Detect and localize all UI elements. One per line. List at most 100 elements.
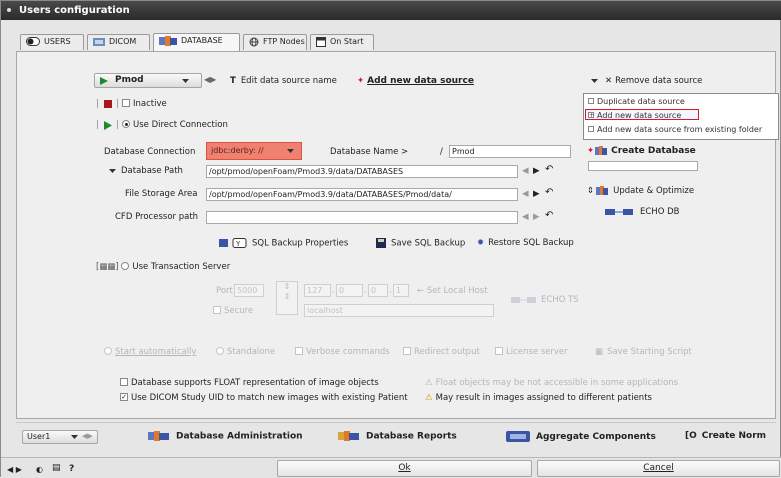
cfd-path-input[interactable] [206,211,518,224]
datasource-select[interactable]: Pmod [94,73,202,88]
window-menu-icon[interactable] [7,8,11,12]
add-new-label: Add new data source [367,76,474,86]
secure-option[interactable]: Secure [213,305,253,317]
toggle-icon [26,37,40,46]
menu-item-duplicate[interactable]: Duplicate data source [586,96,685,107]
inactive-checkbox[interactable] [122,98,130,107]
create-norm-label: Create Norm [701,431,767,441]
direct-connection-option[interactable]: Use Direct Connection [122,119,228,131]
dicom-uid-warning-label: May result in images assigned to differe… [435,393,652,403]
file-storage-browse[interactable]: ▶ [533,189,540,200]
user-select[interactable]: User1 ◀▶ [22,430,98,444]
database-admin-button[interactable]: Database Administration [148,431,303,443]
db-name-input[interactable]: Pmod [449,145,571,158]
echo-ts-button[interactable]: ECHO TS [511,295,579,306]
ip-part-3[interactable]: 0 [368,284,388,297]
ip-part-4[interactable]: 1 [393,284,409,297]
edit-name-button[interactable]: T Edit data source name [230,76,337,87]
verbose-checkbox[interactable] [295,346,303,355]
echo-db-button[interactable]: ECHO DB [605,207,679,218]
tab-users[interactable]: USERS [20,34,84,50]
add-new-datasource-button[interactable]: ✦ Add new data source [357,76,474,87]
secure-checkbox[interactable] [213,305,221,314]
ok-button[interactable]: Ok [277,460,532,477]
port-label: Port [216,286,233,296]
status-toggle-icon[interactable]: ◐ [36,464,43,475]
file-storage-nav[interactable]: ◀ [522,189,529,200]
inactive-option[interactable]: Inactive [122,98,167,110]
database-reports-button[interactable]: Database Reports [338,431,457,443]
db-path-input[interactable]: /opt/pmod/openFoam/Pmod3.9/data/DATABASE… [206,165,518,178]
db-connection-select[interactable]: jdbc:derby: // [206,142,302,160]
user-nav-arrows[interactable]: ◀▶ [82,432,93,440]
chevron-down-icon[interactable] [109,169,116,174]
menu-item-add-from-folder[interactable]: Add new data source from existing folder [586,124,762,135]
file-storage-input[interactable]: /opt/pmod/openFoam/Pmod3.9/data/DATABASE… [206,188,518,201]
tab-ftp-nodes[interactable]: FTP Nodes [243,34,307,50]
float-option[interactable]: Database supports FLOAT representation o… [120,377,379,389]
status-nav-arrows[interactable]: ◀ ▶ [7,464,22,475]
db-name-slash: / [440,147,443,157]
host-input[interactable]: localhost [304,304,494,317]
save-script-button[interactable]: ▦ Save Starting Script [595,347,692,358]
set-local-host-button[interactable]: ← Set Local Host [417,286,488,297]
remove-datasource-button[interactable]: ✕ Remove data source [605,76,702,87]
float-checkbox[interactable] [120,377,128,386]
inactive-sep: | [116,99,119,109]
transaction-server-radio[interactable] [121,261,130,270]
floppy-icon [376,238,386,248]
aggregate-components-button[interactable]: Aggregate Components [506,431,656,443]
ip-selector[interactable]: ⇕ ⇕ [276,281,298,315]
datasource-nav-arrows[interactable]: ◀▶ [204,75,222,86]
tab-database[interactable]: DATABASE [153,33,240,51]
cfd-path-reset-icon[interactable]: ↶ [545,210,553,221]
verbose-option[interactable]: Verbose commands [295,346,390,358]
database-icon [595,146,608,155]
add-doc-icon: + [588,111,595,119]
float-warning: ⚠ Float objects may be not accessible in … [425,378,678,389]
transaction-server-toggle[interactable]: [▦▦] Use Transaction Server [96,261,230,273]
tab-dicom[interactable]: DICOM [87,34,150,50]
create-progress-field [588,161,698,171]
server-icon: [▦▦] [96,262,119,272]
standalone-radio[interactable] [216,346,224,355]
update-optimize-button[interactable]: ⇕ Update & Optimize [587,186,694,197]
db-name-label: Database Name > [330,147,409,157]
file-storage-reset-icon[interactable]: ↶ [545,187,553,198]
remove-menu-chevron-icon[interactable] [591,79,598,84]
db-path-label: Database Path [121,166,183,176]
ip-part-2[interactable]: 0 [336,284,363,297]
license-checkbox[interactable] [495,346,503,355]
cfd-path-browse[interactable]: ▶ [533,212,540,223]
direct-connection-radio[interactable] [122,119,130,128]
save-sql-backup-button[interactable]: Save SQL Backup [376,238,465,250]
status-list-icon[interactable]: ▤ [52,463,61,474]
menu-item-add-new[interactable]: + Add new data source [585,109,699,120]
create-database-button[interactable]: ✦ Create Database [587,146,696,157]
restore-sql-backup-button[interactable]: ✹ Restore SQL Backup [477,238,574,249]
port-input[interactable]: 5000 [234,284,264,297]
cfd-path-nav[interactable]: ◀ [522,212,529,223]
license-option[interactable]: License server [495,346,568,358]
db-path-browse[interactable]: ▶ [533,166,540,177]
db-path-nav[interactable]: ◀ [522,166,529,177]
dicom-uid-checkbox[interactable]: ✓ [120,392,128,401]
tool-icon: ⇕ [587,186,595,196]
ip-part-1[interactable]: 127 [304,284,331,297]
cancel-button[interactable]: Cancel [537,460,780,477]
redirect-checkbox[interactable] [403,346,411,355]
menu-item-add-from-folder-label: Add new data source from existing folder [597,125,763,134]
start-automatically-option[interactable]: Start automatically [104,346,196,358]
dicom-uid-option[interactable]: ✓ Use DICOM Study UID to match new images… [120,392,408,404]
tab-on-start[interactable]: On Start [310,34,374,50]
help-button[interactable]: ? [69,464,74,475]
standalone-option[interactable]: Standalone [216,346,275,358]
db-path-reset-icon[interactable]: ↶ [545,164,553,175]
redirect-option[interactable]: Redirect output [403,346,480,358]
start-automatically-radio[interactable] [104,346,112,355]
create-norm-button[interactable]: [O Create Norm [685,431,766,442]
sql-properties-button[interactable]: Y SQL Backup Properties [219,238,348,250]
window-icon [316,36,326,47]
play-green-icon [104,121,112,130]
play-icon [100,77,108,85]
